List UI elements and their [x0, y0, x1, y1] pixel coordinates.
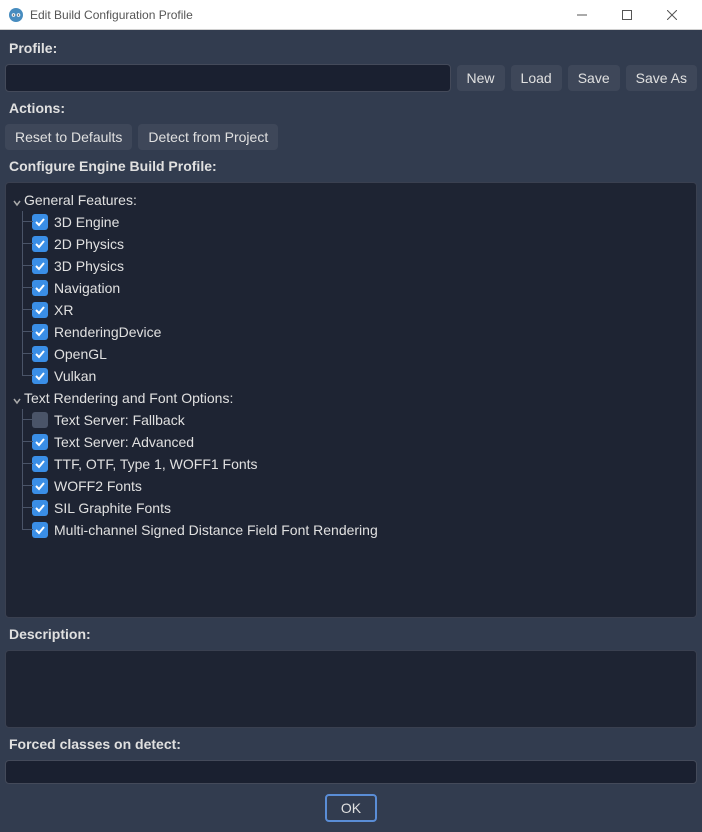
save-as-button[interactable]: Save As: [626, 65, 697, 91]
tree-item-label: Text Server: Advanced: [54, 434, 194, 450]
checkbox[interactable]: [32, 456, 48, 472]
tree-item[interactable]: TTF, OTF, Type 1, WOFF1 Fonts: [10, 453, 692, 475]
forced-classes-label: Forced classes on detect:: [5, 734, 697, 754]
tree-item[interactable]: 3D Physics: [10, 255, 692, 277]
actions-label: Actions:: [5, 98, 697, 118]
checkbox[interactable]: [32, 280, 48, 296]
tree-item[interactable]: 2D Physics: [10, 233, 692, 255]
forced-classes-input[interactable]: [5, 760, 697, 784]
close-button[interactable]: [649, 0, 694, 30]
tree-item-label: Text Server: Fallback: [54, 412, 185, 428]
reset-defaults-button[interactable]: Reset to Defaults: [5, 124, 132, 150]
tree-item-label: SIL Graphite Fonts: [54, 500, 171, 516]
new-button[interactable]: New: [457, 65, 505, 91]
tree-item[interactable]: SIL Graphite Fonts: [10, 497, 692, 519]
window-title: Edit Build Configuration Profile: [30, 8, 559, 22]
tree-section-header[interactable]: Text Rendering and Font Options:: [10, 387, 692, 409]
checkbox[interactable]: [32, 258, 48, 274]
tree-item[interactable]: XR: [10, 299, 692, 321]
checkbox[interactable]: [32, 214, 48, 230]
chevron-down-icon: [12, 195, 22, 205]
tree-item[interactable]: OpenGL: [10, 343, 692, 365]
tree-item[interactable]: Text Server: Fallback: [10, 409, 692, 431]
tree-item-label: Vulkan: [54, 368, 96, 384]
tree-item-label: 3D Physics: [54, 258, 124, 274]
detect-project-button[interactable]: Detect from Project: [138, 124, 278, 150]
app-icon: [8, 7, 24, 23]
tree-group: 3D Engine 2D Physics 3D Physics Navigation X…: [10, 211, 692, 387]
tree-item-label: RenderingDevice: [54, 324, 161, 340]
configure-label: Configure Engine Build Profile:: [5, 156, 697, 176]
description-label: Description:: [5, 624, 697, 644]
tree-item[interactable]: WOFF2 Fonts: [10, 475, 692, 497]
section-label: Text Rendering and Font Options:: [24, 390, 233, 406]
checkbox[interactable]: [32, 236, 48, 252]
checkbox[interactable]: [32, 478, 48, 494]
save-button[interactable]: Save: [568, 65, 620, 91]
chevron-down-icon: [12, 393, 22, 403]
profile-input[interactable]: [5, 64, 451, 92]
tree-item-label: XR: [54, 302, 73, 318]
tree-item-label: Navigation: [54, 280, 120, 296]
tree-item-label: OpenGL: [54, 346, 107, 362]
titlebar: Edit Build Configuration Profile: [0, 0, 702, 30]
tree-group: Text Server: Fallback Text Server: Advanc…: [10, 409, 692, 541]
tree-item-label: Multi-channel Signed Distance Field Font…: [54, 522, 378, 538]
window-controls: [559, 0, 694, 30]
checkbox[interactable]: [32, 324, 48, 340]
tree-item[interactable]: Multi-channel Signed Distance Field Font…: [10, 519, 692, 541]
tree-item-label: WOFF2 Fonts: [54, 478, 142, 494]
section-label: General Features:: [24, 192, 137, 208]
checkbox[interactable]: [32, 522, 48, 538]
tree-item-label: 2D Physics: [54, 236, 124, 252]
tree-item[interactable]: 3D Engine: [10, 211, 692, 233]
ok-button[interactable]: OK: [325, 794, 377, 822]
checkbox[interactable]: [32, 368, 48, 384]
feature-tree[interactable]: General Features: 3D Engine 2D Physics 3D P…: [5, 182, 697, 618]
tree-item-label: 3D Engine: [54, 214, 119, 230]
maximize-button[interactable]: [604, 0, 649, 30]
checkbox[interactable]: [32, 412, 48, 428]
load-button[interactable]: Load: [511, 65, 562, 91]
description-box: [5, 650, 697, 728]
profile-label: Profile:: [5, 38, 697, 58]
tree-item-label: TTF, OTF, Type 1, WOFF1 Fonts: [54, 456, 258, 472]
checkbox[interactable]: [32, 302, 48, 318]
tree-item[interactable]: Navigation: [10, 277, 692, 299]
checkbox[interactable]: [32, 434, 48, 450]
checkbox[interactable]: [32, 346, 48, 362]
tree-section-header[interactable]: General Features:: [10, 189, 692, 211]
tree-item[interactable]: Vulkan: [10, 365, 692, 387]
minimize-button[interactable]: [559, 0, 604, 30]
checkbox[interactable]: [32, 500, 48, 516]
tree-item[interactable]: Text Server: Advanced: [10, 431, 692, 453]
tree-item[interactable]: RenderingDevice: [10, 321, 692, 343]
